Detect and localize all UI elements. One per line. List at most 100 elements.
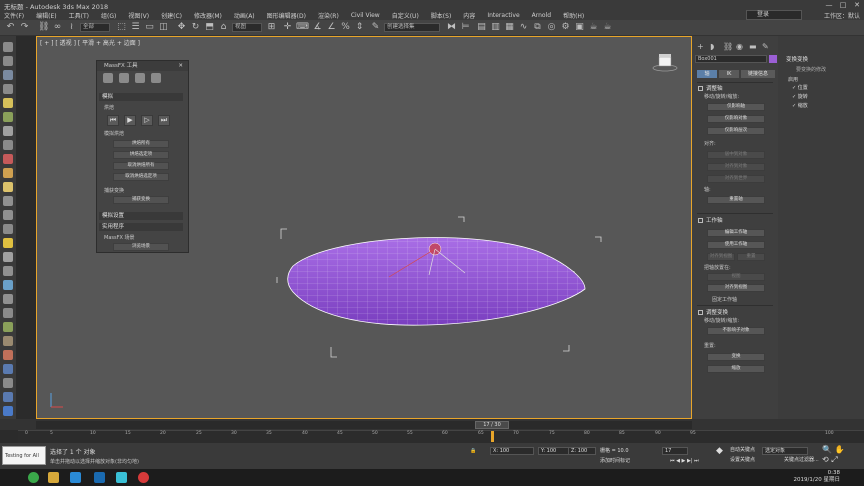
display-panel-icon[interactable]: ▬	[749, 42, 758, 51]
undo-icon[interactable]: ↶	[5, 22, 16, 33]
place-icon[interactable]: ⌂	[218, 22, 229, 33]
motion-panel-icon[interactable]: ◉	[736, 42, 745, 51]
object-tool-icon[interactable]	[3, 56, 13, 66]
multi-object-tab-icon[interactable]	[135, 73, 145, 83]
set-key-button[interactable]: 设置关键点	[730, 456, 755, 464]
align-to-world-button[interactable]: 对齐到世界	[707, 175, 765, 183]
menu-file[interactable]: 文件(F)	[4, 11, 24, 20]
unlink-icon[interactable]: ∞	[52, 22, 63, 33]
system-tool-icon[interactable]	[3, 140, 13, 150]
menu-arnold[interactable]: Arnold	[532, 12, 551, 19]
window-tool-icon[interactable]	[3, 364, 13, 374]
view-button[interactable]: 视图	[707, 273, 765, 281]
utilities-panel-icon[interactable]: ✎	[762, 42, 771, 51]
use-working-pivot-button[interactable]: 使用工作轴	[707, 241, 765, 249]
align-to-view-checkbox[interactable]: 对齐到视图	[707, 284, 765, 292]
modify-panel-icon[interactable]: ◗	[710, 42, 719, 51]
key-mode-dropdown[interactable]: 选定对象	[762, 447, 808, 455]
sun-tool-icon[interactable]	[3, 238, 13, 248]
snap-toggle-icon[interactable]: ∡	[312, 22, 323, 33]
render-setup-icon[interactable]: ⚙	[560, 22, 571, 33]
track-bar[interactable]	[18, 430, 864, 443]
stairs-tool-icon[interactable]	[3, 378, 13, 388]
menu-civil-view[interactable]: Civil View	[351, 12, 380, 19]
tab-pivot[interactable]: 轴	[697, 70, 717, 78]
unbake-selected-button[interactable]: 取消烘焙选定项	[113, 173, 169, 181]
bind-space-warp-icon[interactable]: ≀	[66, 22, 77, 33]
modifier-header[interactable]: 变换变换	[786, 55, 808, 63]
helper-tool-icon[interactable]	[3, 112, 13, 122]
step-sim-icon[interactable]: ▷	[141, 115, 153, 126]
cone-tool-icon[interactable]	[3, 196, 13, 206]
menu-scripting[interactable]: 脚本(S)	[431, 11, 452, 20]
plane-tool-icon[interactable]	[3, 280, 13, 290]
redo-icon[interactable]: ↷	[19, 22, 30, 33]
reset-pivot-button[interactable]: 重置轴	[707, 196, 765, 204]
lock-selection-icon[interactable]: 🔒	[470, 447, 476, 455]
explore-scene-button[interactable]: 浏览场景	[113, 243, 169, 251]
affect-pivot-only-button[interactable]: 仅影响轴	[707, 103, 765, 111]
link-icon[interactable]: ⛓	[38, 22, 49, 33]
label-fixed-working-pivot[interactable]: 固定工作轴	[712, 296, 737, 303]
add-time-tag[interactable]: 添加时间标记	[600, 457, 630, 465]
menu-create[interactable]: 创建(C)	[161, 11, 182, 20]
active-tool-icon[interactable]	[3, 406, 13, 416]
sphere-tool-icon[interactable]	[3, 154, 13, 164]
reset-transform-button[interactable]: 变换	[707, 353, 765, 361]
sim-tools-tab-icon[interactable]	[119, 73, 129, 83]
bake-all-button[interactable]: 烘焙所有	[113, 140, 169, 148]
object-color-swatch[interactable]	[769, 55, 777, 63]
named-sel-edit-icon[interactable]: ✎	[370, 22, 381, 33]
select-by-name-icon[interactable]: ☰	[130, 22, 141, 33]
time-slider-thumb[interactable]: 17 / 30	[475, 421, 509, 429]
particle-tool-icon[interactable]	[3, 308, 13, 318]
layer-tool-icon[interactable]	[3, 70, 13, 80]
pyramid-tool-icon[interactable]	[3, 252, 13, 262]
maximize-button[interactable]: □	[836, 0, 850, 11]
door-tool-icon[interactable]	[3, 350, 13, 360]
render-iterative-icon[interactable]: ☕	[602, 22, 613, 33]
massfx-titlebar[interactable]: MassFX 工具 ✕	[97, 61, 188, 71]
reset-working-pivot-button[interactable]: 重置	[737, 253, 765, 261]
schematic-view-icon[interactable]: ⧉	[532, 22, 543, 33]
menu-rendering[interactable]: 渲染(R)	[318, 11, 339, 20]
dont-affect-children-button[interactable]: 不影响子对象	[707, 327, 765, 335]
affect-object-only-button[interactable]: 仅影响对象	[707, 115, 765, 123]
close-button[interactable]: ✕	[850, 0, 864, 11]
zoom-icon[interactable]: 🔍 ✋	[822, 446, 844, 454]
set-key-icon[interactable]: ◆	[716, 447, 723, 456]
menu-help[interactable]: 帮助(H)	[563, 11, 584, 20]
edit-working-pivot-button[interactable]: 编辑工作轴	[707, 229, 765, 237]
world-params-tab-icon[interactable]	[103, 73, 113, 83]
create-panel-icon[interactable]: +	[697, 42, 706, 51]
select-rotate-icon[interactable]: ↻	[190, 22, 201, 33]
reset-sim-icon[interactable]: ⏮	[107, 115, 119, 126]
toggle-scene-explorer-icon[interactable]: ▤	[476, 22, 487, 33]
ribbon-icon[interactable]: ▦	[504, 22, 515, 33]
orbit-icon[interactable]: ⟲ ⤢	[822, 456, 838, 464]
light-tool-icon[interactable]	[3, 98, 13, 108]
bake-selected-button[interactable]: 烘焙选定项	[113, 151, 169, 159]
window-crossing-icon[interactable]: ◫	[158, 22, 169, 33]
workspaces-dropdown[interactable]: 工作区：默认	[824, 11, 860, 20]
shape-tool-icon[interactable]	[3, 84, 13, 94]
menu-modifiers[interactable]: 修改器(M)	[194, 11, 222, 20]
rect-selection-icon[interactable]: ▭	[144, 22, 155, 33]
3dsmax-taskbar-icon[interactable]	[94, 472, 105, 483]
modifier-rotation-checkbox[interactable]: ✓ 旋转	[792, 93, 808, 100]
selection-filter-dropdown[interactable]: 全部	[80, 23, 110, 32]
select-move-icon[interactable]: ✥	[176, 22, 187, 33]
play-sim-icon[interactable]: ▶	[124, 115, 136, 126]
maxscript-listener[interactable]: Testing for All	[2, 446, 46, 465]
section-adjust-transform[interactable]: 调整变换	[698, 308, 728, 316]
center-to-object-button[interactable]: 居中到对象	[707, 151, 765, 159]
keyboard-shortcut-icon[interactable]: ⌨	[296, 22, 309, 33]
key-filters-button[interactable]: 关键点过滤器...	[784, 456, 819, 464]
time-slider[interactable]	[36, 421, 692, 429]
curve-editor-icon[interactable]: ∿	[518, 22, 529, 33]
modifier-position-checkbox[interactable]: ✓ 位置	[792, 84, 808, 91]
play-icon[interactable]: ⏮ ◀ ▶ ▶| ⏭	[670, 457, 699, 465]
pivot-center-icon[interactable]: ⊞	[266, 22, 277, 33]
geosphere-tool-icon[interactable]	[3, 210, 13, 220]
material-editor-icon[interactable]: ◎	[546, 22, 557, 33]
